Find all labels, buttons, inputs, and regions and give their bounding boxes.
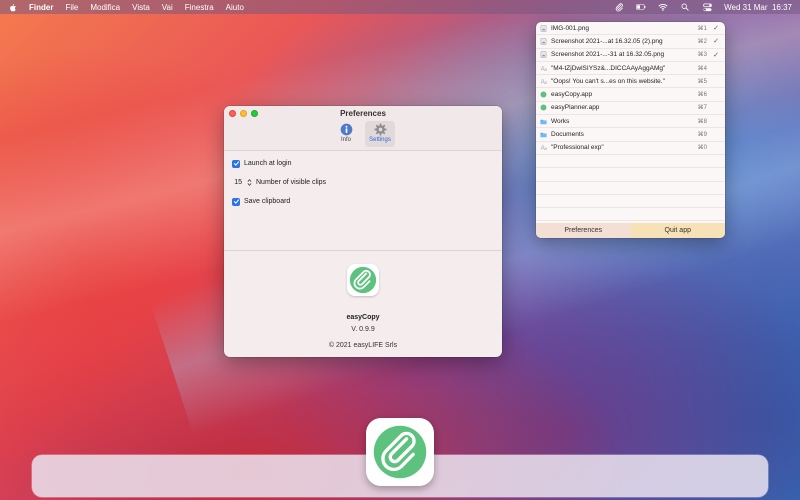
easycopy-app-icon: [347, 264, 379, 296]
about-version: V. 0.9.9: [351, 326, 375, 333]
clip-shortcut: ⌘8: [697, 118, 707, 125]
clip-shortcut: ⌘6: [697, 92, 707, 99]
menu-modifica[interactable]: Modifica: [90, 3, 120, 12]
folder-icon: [540, 118, 547, 125]
app-icon: [540, 104, 547, 111]
save-clipboard-label: Save clipboard: [244, 198, 291, 205]
folder-icon: [540, 131, 547, 138]
save-clipboard-checkbox[interactable]: [232, 197, 240, 206]
menubar-app-name[interactable]: Finder: [29, 3, 53, 12]
visible-clips-value[interactable]: 15: [232, 179, 242, 186]
clip-label: "Professional exp": [551, 144, 604, 152]
image-file-icon: [540, 51, 547, 59]
menu-file[interactable]: File: [65, 3, 78, 12]
clip-label: "M4-tZjDwlSIYSz&...DICCAAyAggAMg": [551, 64, 666, 72]
info-icon: [340, 123, 353, 136]
save-clipboard-row: Save clipboard: [232, 195, 494, 208]
window-title: Preferences: [340, 109, 386, 118]
empty-row: [536, 155, 725, 169]
menu-aiuto[interactable]: Aiuto: [226, 3, 244, 12]
clip-shortcut: ⌘3: [697, 52, 707, 59]
image-file-icon: [540, 24, 547, 32]
clip-label: "Oops! You can't s...es on this website.…: [551, 77, 665, 85]
text-icon: [540, 65, 547, 72]
clip-shortcut: ⌘4: [697, 65, 707, 72]
text-icon: [540, 144, 547, 151]
clip-shortcut: ⌘2: [697, 38, 707, 45]
empty-row: [536, 182, 725, 195]
clip-label: Works: [551, 117, 570, 125]
clip-label: IMG-001.png: [551, 24, 589, 32]
clip-item[interactable]: Screenshot 2021-...-31 at 16.32.05.png ⌘3…: [536, 49, 725, 62]
menu-vai[interactable]: Vai: [162, 3, 173, 12]
visible-clips-stepper[interactable]: [246, 178, 252, 188]
clip-item[interactable]: easyCopy.app ⌘6: [536, 88, 725, 102]
control-center-icon[interactable]: [702, 3, 712, 12]
clip-item[interactable]: Works ⌘8: [536, 115, 725, 129]
tab-settings[interactable]: Settings: [365, 121, 395, 147]
empty-row: [536, 168, 725, 182]
clip-check: ✓: [713, 25, 719, 33]
launch-at-login-label: Launch at login: [244, 160, 292, 167]
menu-vista[interactable]: Vista: [132, 3, 150, 12]
clip-item[interactable]: "M4-tZjDwlSIYSz&...DICCAAyAggAMg" ⌘4: [536, 62, 725, 76]
clip-item[interactable]: "Professional exp" ⌘0: [536, 142, 725, 155]
clip-item[interactable]: Screenshot 2021-...at 16.32.05 (2).png ⌘2…: [536, 35, 725, 49]
clip-label: easyPlanner.app: [551, 104, 600, 112]
empty-row: [536, 195, 725, 209]
empty-row: [536, 208, 725, 222]
clip-shortcut: ⌘0: [697, 145, 707, 152]
clip-item[interactable]: IMG-001.png ⌘1 ✓: [536, 22, 725, 36]
clip-label: easyCopy.app: [551, 91, 593, 99]
clipboard-popup: IMG-001.png ⌘1 ✓ Screenshot 2021-...at 16.3…: [536, 22, 725, 238]
search-icon[interactable]: [680, 3, 690, 12]
preferences-titlebar: Preferences Info Settings: [224, 106, 502, 151]
clip-shortcut: ⌘5: [697, 78, 707, 85]
clip-item[interactable]: easyPlanner.app ⌘7: [536, 102, 725, 116]
tab-settings-label: Settings: [369, 137, 391, 143]
clip-check: ✓: [713, 51, 719, 59]
clip-check: ✓: [713, 38, 719, 46]
clip-label: Screenshot 2021-...at 16.32.05 (2).png: [551, 37, 663, 45]
menu-finestra[interactable]: Finestra: [185, 3, 214, 12]
about-copyright: © 2021 easyLIFE Srls: [328, 342, 398, 349]
easycopy-app-icon: [373, 425, 427, 479]
clip-item[interactable]: "Oops! You can't s...es on this website.…: [536, 75, 725, 89]
preferences-toolbar: Info Settings: [224, 121, 502, 147]
clip-shortcut: ⌘7: [697, 105, 707, 112]
visible-clips-row: 15 Number of visible clips: [232, 176, 494, 189]
app-icon: [540, 91, 547, 98]
settings-panel: Launch at login 15 Number of visible cli…: [224, 151, 502, 251]
gear-icon: [373, 123, 387, 136]
clip-shortcut: ⌘9: [697, 132, 707, 139]
menubar: Finder File Modifica Vista Vai Finestra …: [0, 0, 800, 14]
clip-label: Documents: [551, 131, 584, 139]
quit-app-button[interactable]: Quit app: [630, 223, 725, 238]
visible-clips-label: Number of visible clips: [256, 179, 327, 186]
clip-item[interactable]: Documents ⌘9: [536, 128, 725, 142]
battery-icon[interactable]: [636, 3, 646, 12]
preferences-window: Preferences Info Settings Launch at logi…: [224, 106, 502, 357]
about-app-name: easyCopy: [346, 314, 380, 321]
image-file-icon: [540, 38, 547, 45]
tab-info-label: Info: [340, 137, 351, 143]
launch-at-login-checkbox[interactable]: [232, 159, 240, 168]
apple-icon[interactable]: [8, 3, 17, 12]
launch-at-login-row: Launch at login: [232, 157, 494, 170]
about-section: easyCopy V. 0.9.9 © 2021 easyLIFE Srls: [224, 258, 502, 349]
dock-easycopy-app-icon[interactable]: [366, 418, 434, 486]
wifi-icon[interactable]: [658, 3, 668, 12]
clip-shortcut: ⌘1: [697, 25, 707, 32]
easycopy-clip-icon[interactable]: [614, 2, 624, 12]
clip-label: Screenshot 2021-...-31 at 16.32.05.png: [551, 51, 665, 59]
tab-info[interactable]: Info: [331, 121, 361, 147]
clip-list: IMG-001.png ⌘1 ✓ Screenshot 2021-...at 16.3…: [536, 22, 725, 155]
preferences-button[interactable]: Preferences: [536, 223, 631, 238]
menubar-clock[interactable]: Wed 31 Mar 16:37: [724, 3, 792, 12]
popup-footer: Preferences Quit app: [536, 223, 725, 238]
text-icon: [540, 78, 547, 85]
